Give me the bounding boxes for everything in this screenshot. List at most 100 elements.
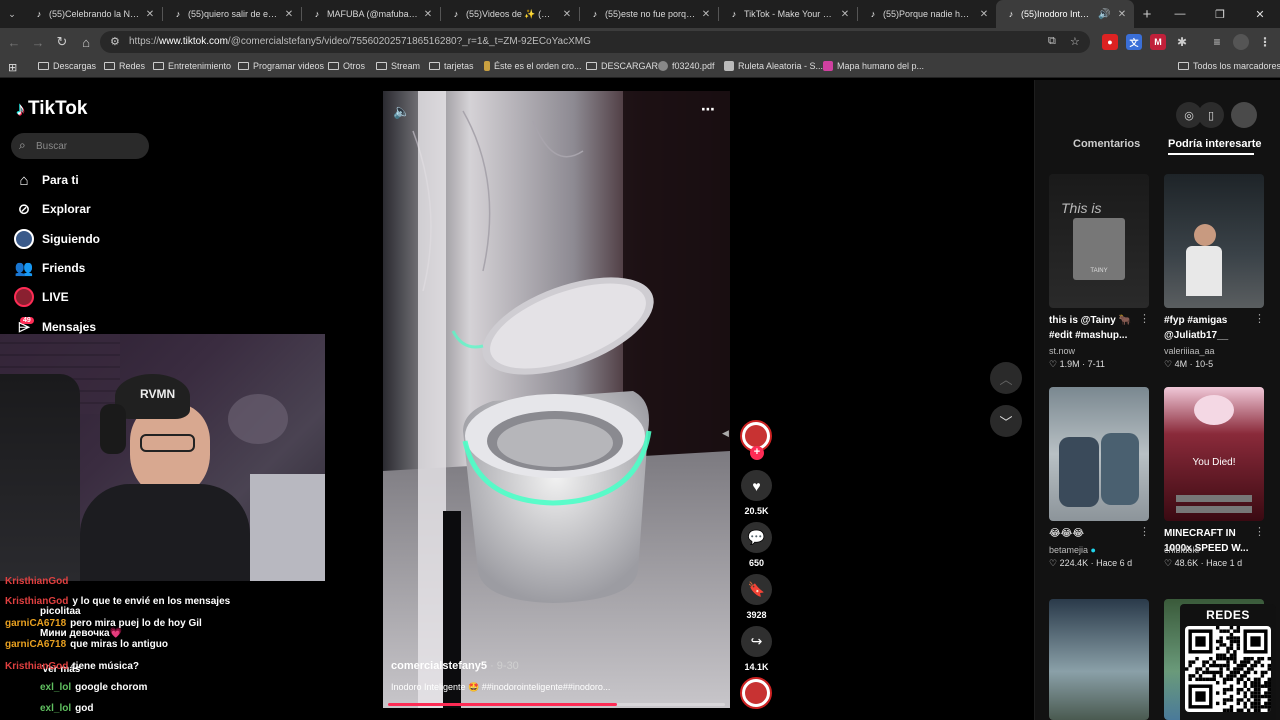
video-thumbnail[interactable]: You Died! (1164, 387, 1264, 521)
more-options-icon[interactable]: ⋮ (1139, 312, 1150, 325)
reload-button[interactable]: ↻ (52, 32, 72, 52)
bookmark-item[interactable]: Programar videos (238, 61, 324, 71)
tiktok-favicon-icon: ♪ (870, 9, 876, 19)
card-author[interactable]: betamejia ● (1049, 545, 1096, 555)
nav-item-siguiendo[interactable]: Siguiendo (13, 227, 100, 251)
socials-qr-overlay: REDES (1180, 604, 1276, 720)
bookmark-item[interactable]: f03240.pdf (658, 61, 715, 71)
media-control-icon[interactable]: ≡ (1209, 34, 1225, 50)
bookmark-item[interactable]: Descargas (38, 61, 96, 71)
bookmark-item[interactable]: Ruleta Aleatoria - S... (724, 61, 823, 71)
video-thumbnail[interactable]: This is TAINY (1049, 174, 1149, 308)
comment-button[interactable]: 💬 (741, 522, 772, 553)
extensions-puzzle-icon[interactable]: ✱ (1174, 34, 1190, 50)
sound-disc[interactable] (740, 677, 772, 709)
chat-message: KristhianGod tiene música? (5, 661, 140, 672)
browser-tab[interactable]: ♪ TikTok - Make Your Day ✕ (719, 0, 857, 28)
video-thumbnail[interactable] (1049, 599, 1149, 720)
close-tab-icon[interactable]: ✕ (283, 9, 295, 20)
folder-icon (38, 62, 49, 70)
home-button[interactable]: ⌂ (76, 32, 96, 52)
bookmark-item[interactable]: Otros (328, 61, 365, 71)
share-button[interactable]: ↪ (741, 626, 772, 657)
card-author[interactable]: chibidoki (1164, 545, 1199, 555)
close-tab-icon[interactable]: ✕ (978, 9, 990, 20)
bookmark-item[interactable]: Mapa humano del p... (823, 61, 924, 71)
video-caption: Inodoro Inteligente 🤩 ##inodorointeligen… (391, 682, 611, 692)
close-tab-icon[interactable]: ✕ (700, 9, 712, 20)
bookmark-item[interactable]: Stream (376, 61, 420, 71)
browser-tab[interactable]: ♪(55)Porque nadie habla d✕ (858, 0, 996, 28)
video-progress-bar[interactable] (388, 703, 725, 706)
translate-extension-icon[interactable]: 文 (1126, 34, 1142, 50)
tab-comments[interactable]: Comentarios (1073, 138, 1140, 150)
site-info-icon[interactable]: ⚙ (110, 35, 120, 48)
close-tab-icon[interactable]: ✕ (144, 9, 156, 20)
volume-icon[interactable]: 🔈 (393, 103, 410, 120)
video-player[interactable]: 🔈 ⋯ comercialstefany5 · 9-30 Inodoro Int… (383, 91, 730, 708)
browser-tab[interactable]: ♪(55)quiero salir de encebo✕ (163, 0, 301, 28)
video-author[interactable]: comercialstefany5 · 9-30 (391, 660, 519, 672)
forward-button[interactable]: → (28, 32, 48, 52)
browser-menu-icon[interactable]: ⋮ (1257, 34, 1273, 50)
extension-m-icon[interactable]: M (1150, 34, 1166, 50)
audio-icon[interactable]: 🔊 (1098, 9, 1110, 20)
install-app-icon[interactable]: ⧉ (1048, 35, 1056, 48)
more-options-icon[interactable]: ⋮ (1254, 525, 1265, 538)
save-button[interactable]: 🔖 (741, 574, 772, 605)
card-author[interactable]: st.now (1049, 346, 1075, 356)
nav-item-para-ti[interactable]: ⌂ Para ti (13, 168, 78, 192)
close-tab-icon[interactable]: ✕ (422, 9, 434, 20)
more-options-icon[interactable]: ⋯ (701, 101, 715, 118)
nav-item-explorar[interactable]: ⊘ Explorar (13, 197, 91, 221)
bookmark-item[interactable]: tarjetas (429, 61, 474, 71)
caret-left-icon: ◀ (722, 428, 729, 438)
tab-search-button[interactable]: ⌄ (0, 0, 24, 28)
search-box[interactable]: ⌕ (11, 133, 149, 159)
apps-grid-icon[interactable]: ⊞ (8, 61, 17, 74)
video-thumbnail[interactable] (1164, 174, 1264, 308)
more-options-icon[interactable]: ⋮ (1254, 312, 1265, 325)
bookmark-item[interactable]: DESCARGAR (586, 61, 658, 71)
card-title[interactable]: 😂😂😂 (1049, 526, 1149, 541)
close-tab-icon[interactable]: ✕ (1116, 9, 1128, 20)
tiktok-logo[interactable]: ♪ TikTok (16, 98, 87, 120)
tab-recommended[interactable]: Podría interesarte (1168, 138, 1262, 150)
user-avatar[interactable] (1231, 102, 1257, 128)
next-video-button[interactable]: ﹀ (990, 405, 1022, 437)
card-title[interactable]: this is @Tainy 🐂 #edit #mashup... (1049, 313, 1149, 343)
browser-tab[interactable]: ♪ MAFUBA (@mafubaefm) ✕ (302, 0, 440, 28)
follow-button[interactable]: + (750, 446, 764, 460)
close-tab-icon[interactable]: ✕ (561, 9, 573, 20)
extension-red-icon[interactable]: ● (1102, 34, 1118, 50)
chevron-down-icon: ⌄ (8, 8, 16, 19)
nav-item-live[interactable]: LIVE (13, 285, 69, 309)
card-title[interactable]: #fyp #amigas @Juliatb17__ (1164, 313, 1264, 343)
more-options-icon[interactable]: ⋮ (1139, 525, 1150, 538)
previous-video-button[interactable]: ︿ (990, 362, 1022, 394)
map-icon (823, 61, 833, 71)
card-author[interactable]: valeriiiaa_aa (1164, 346, 1215, 356)
all-bookmarks-button[interactable]: Todos los marcadores (1178, 61, 1280, 71)
back-button[interactable]: ← (4, 32, 24, 52)
new-tab-button[interactable]: + (1134, 6, 1160, 23)
close-window-button[interactable]: ✕ (1240, 0, 1280, 28)
video-thumbnail[interactable] (1049, 387, 1149, 521)
device-icon[interactable]: ▯ (1198, 102, 1224, 128)
like-button[interactable]: ♥ (741, 470, 772, 501)
minimize-button[interactable]: — (1160, 0, 1200, 28)
bookmark-item[interactable]: Redes (104, 61, 145, 71)
bookmark-star-icon[interactable]: ☆ (1070, 35, 1080, 48)
bookmark-item[interactable]: Entretenimiento (153, 61, 231, 71)
browser-tab[interactable]: ♪(55)este no fue porque es✕ (580, 0, 718, 28)
restore-button[interactable]: ❐ (1200, 0, 1240, 28)
search-input[interactable] (36, 138, 141, 154)
profile-avatar[interactable] (1233, 34, 1249, 50)
address-bar[interactable]: ⚙ https://www.tiktok.com/@comercialstefa… (100, 31, 1090, 53)
browser-tab[interactable]: ♪(55)Celebrando la Navidad✕ (24, 0, 162, 28)
browser-tab[interactable]: ♪(55)Inodoro Inteligen🔊✕ (996, 0, 1134, 28)
nav-item-friends[interactable]: 👥 Friends (13, 256, 86, 280)
bookmark-item[interactable]: Éste es el orden cro... (484, 61, 582, 71)
close-tab-icon[interactable]: ✕ (839, 9, 851, 20)
browser-tab[interactable]: ♪(55)Videos de ✨ (@acep✕ (441, 0, 579, 28)
